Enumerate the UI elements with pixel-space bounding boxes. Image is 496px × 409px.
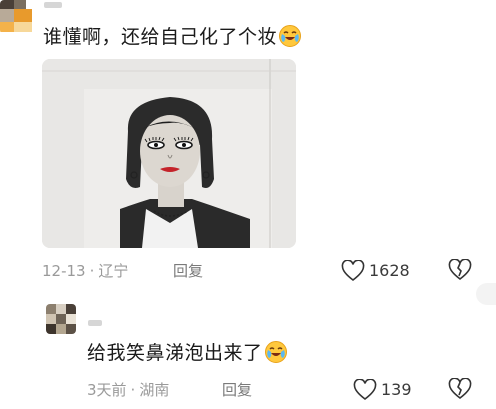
comment-2-date: 3天前	[87, 381, 127, 399]
avatar-block	[0, 0, 14, 9]
avatar-block	[46, 324, 56, 334]
comment-2-location: 湖南	[139, 381, 170, 399]
comment-2-meta: 3天前 · 湖南	[87, 380, 169, 400]
comment-2-like-button[interactable]: 139	[353, 379, 412, 401]
comment-2-avatar[interactable]	[46, 304, 76, 334]
comment-1-text: 谁懂啊，还给自己化了个妆	[43, 24, 302, 49]
comment-1-photo[interactable]	[42, 59, 296, 248]
avatar-block	[66, 314, 76, 324]
avatar-block	[0, 22, 14, 32]
broken-heart-icon[interactable]	[448, 378, 472, 400]
avatar-block	[66, 304, 76, 314]
avatar-block	[56, 304, 66, 314]
comment-2-like-count: 139	[381, 380, 412, 399]
crying-laughing-emoji-icon	[279, 25, 302, 47]
comment-1-text-content: 谁懂啊，还给自己化了个妆	[43, 26, 278, 48]
comment-2-text: 给我笑鼻涕泡出来了	[87, 340, 288, 365]
comment-1-date: 12-13	[42, 262, 86, 280]
comment-1-location: 辽宁	[98, 262, 129, 280]
meta-separator: ·	[130, 381, 136, 399]
comment-2-text-content: 给我笑鼻涕泡出来了	[87, 342, 263, 364]
comment-1-avatar[interactable]	[0, 0, 34, 34]
avatar-block	[46, 314, 56, 324]
meta-separator: ·	[89, 262, 95, 280]
comment-2-username-hidden[interactable]	[88, 320, 102, 326]
comment-1-like-button[interactable]: 1628	[341, 260, 410, 282]
avatar-block	[56, 314, 66, 324]
comment-1-like-count: 1628	[369, 261, 410, 280]
comment-1-reply-button[interactable]: 回复	[173, 261, 203, 281]
broken-heart-icon[interactable]	[448, 259, 472, 281]
avatar-block	[56, 324, 66, 334]
heart-icon	[353, 379, 377, 401]
comment-1-username-hidden[interactable]	[44, 2, 62, 8]
scroll-edge-indicator[interactable]	[476, 283, 496, 305]
heart-icon	[341, 260, 365, 282]
avatar-block	[14, 0, 26, 9]
comment-1-meta: 12-13 · 辽宁	[42, 261, 128, 281]
avatar-block	[66, 324, 76, 334]
sketch-portrait-image	[42, 59, 296, 248]
comment-2-reply-button[interactable]: 回复	[222, 380, 252, 400]
avatar-block	[14, 22, 32, 32]
avatar-block	[14, 9, 32, 22]
avatar-block	[46, 304, 56, 314]
crying-laughing-emoji-icon	[264, 341, 287, 363]
avatar-block	[0, 9, 14, 22]
